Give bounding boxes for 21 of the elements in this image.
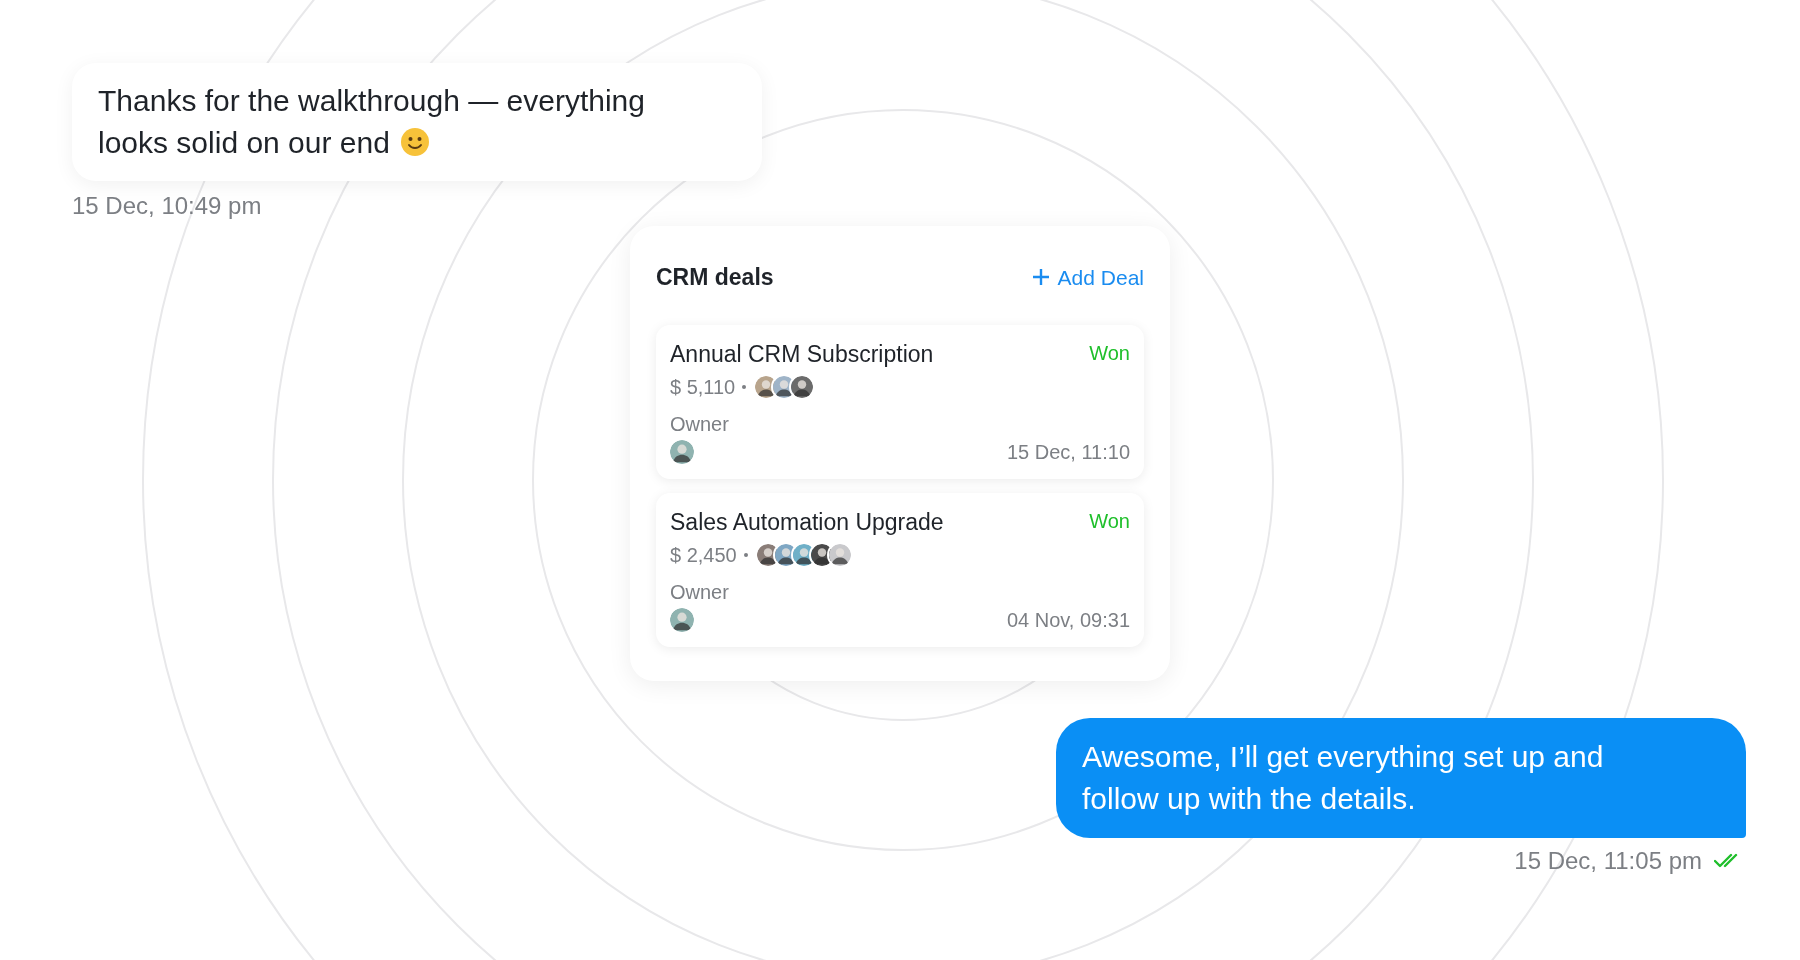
message-text: Awesome, I’ll get everything set up and follow up with the details.	[1082, 738, 1605, 817]
smiley-icon	[399, 127, 430, 157]
deal-card[interactable]: Annual CRM Subscription Won $ 5,110 Owner 15 Dec, 11:10	[656, 324, 1144, 479]
deal-card[interactable]: Sales Automation Upgrade Won $ 2,450 Owner 04 Nov, 09:31	[656, 492, 1144, 647]
deal-name: Annual CRM Subscription	[670, 339, 934, 369]
deal-date: 15 Dec, 11:10	[1006, 439, 1130, 465]
deal-status: Won	[1089, 508, 1130, 534]
owner-label: Owner	[670, 579, 730, 605]
message-timestamp: 15 Dec, 11:05 pm	[1514, 845, 1702, 876]
plus-icon	[1031, 268, 1050, 287]
deal-name: Sales Automation Upgrade	[670, 507, 944, 537]
deal-status: Won	[1089, 340, 1130, 366]
deal-date: 04 Nov, 09:31	[1006, 607, 1130, 633]
owner-avatar	[670, 439, 694, 464]
message-text: Thanks for the walkthrough — everything looks solid on our end	[98, 83, 646, 161]
deal-amount: $ 5,110	[670, 374, 736, 400]
owner-label: Owner	[670, 411, 730, 437]
deal-amount: $ 2,450	[670, 542, 737, 568]
card-title: CRM deals	[656, 263, 774, 292]
message-timestamp: 15 Dec, 10:49 pm	[72, 191, 263, 221]
owner-avatar	[670, 607, 694, 632]
